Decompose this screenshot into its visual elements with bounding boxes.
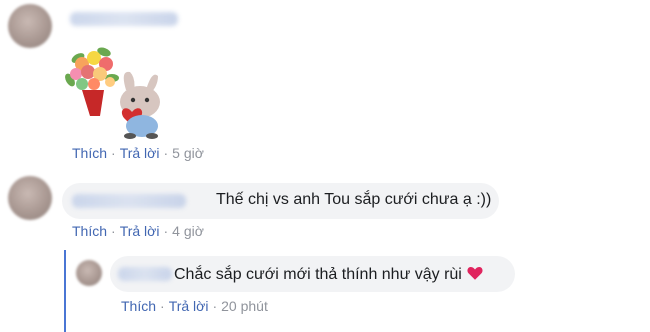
flower-bunny-sticker (65, 47, 160, 139)
avatar[interactable] (8, 176, 52, 220)
comment-timestamp[interactable]: 5 giờ (172, 145, 204, 161)
like-link[interactable]: Thích (72, 223, 107, 239)
reply-link[interactable]: Trả lời (120, 223, 160, 239)
like-link[interactable]: Thích (121, 298, 156, 314)
reply-text-content: Chắc sắp cưới mới thả thính như vậy rùi (174, 266, 462, 283)
separator-dot: · (111, 145, 116, 161)
reply-thread-line (64, 250, 66, 332)
reply-link[interactable]: Trả lời (120, 145, 160, 161)
reply-link[interactable]: Trả lời (169, 298, 209, 314)
separator-dot: · (212, 298, 218, 314)
comment-text: Thế chị vs anh Tou sắp cưới chưa ạ :)) (216, 191, 492, 208)
comment-bubble: Thế chị vs anh Tou sắp cưới chưa ạ :)) (62, 183, 499, 219)
reply-bubble: Chắc sắp cưới mới thả thính như vậy rùi (110, 256, 515, 292)
reply-actions: Thích · Trả lời · 20 phút (121, 298, 268, 314)
reply-text: Chắc sắp cưới mới thả thính như vậy rùi (174, 264, 484, 284)
comment-actions: Thích · Trả lời · 4 giờ (72, 223, 204, 239)
like-link[interactable]: Thích (72, 145, 107, 161)
avatar[interactable] (8, 4, 52, 48)
replier-name-redacted[interactable] (118, 267, 172, 281)
avatar[interactable] (76, 260, 102, 286)
separator-dot: · (160, 298, 165, 314)
comment-timestamp[interactable]: 20 phút (221, 298, 268, 314)
heart-icon (467, 267, 483, 280)
separator-dot: · (163, 145, 169, 161)
separator-dot: · (111, 223, 116, 239)
comment-actions: Thích · Trả lời · 5 giờ (72, 145, 204, 161)
separator-dot: · (163, 223, 169, 239)
commenter-name-redacted[interactable] (70, 12, 178, 26)
comment-timestamp[interactable]: 4 giờ (172, 223, 204, 239)
commenter-name-redacted[interactable] (72, 194, 186, 208)
